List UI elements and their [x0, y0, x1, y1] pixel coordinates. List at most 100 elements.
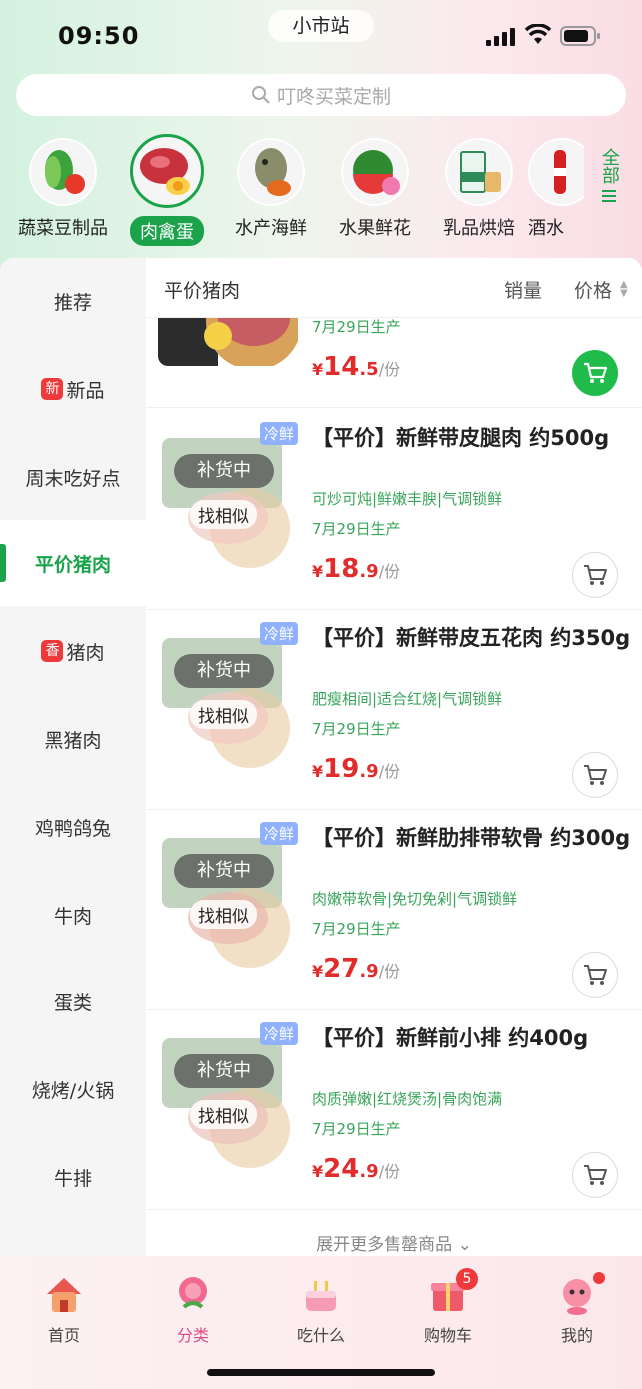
cart-icon	[584, 1165, 607, 1185]
watermelon-icon	[341, 138, 409, 206]
nav-what-to-eat[interactable]: 吃什么	[271, 1272, 371, 1346]
sidebar-item-pork[interactable]: 香猪肉	[0, 608, 146, 694]
sidebar-item-label: 烧烤/火锅	[31, 1079, 115, 1102]
cold-fresh-badge: 冷鲜	[260, 1022, 299, 1045]
status-time: 09:50	[58, 22, 140, 50]
category-dairy[interactable]: 乳品烘焙	[424, 130, 534, 240]
nav-label-active: 分类	[176, 1326, 209, 1345]
sidebar-item-label: 周末吃好点	[25, 467, 121, 490]
cold-fresh-badge: 冷鲜	[260, 822, 299, 845]
product-image	[158, 1028, 298, 1168]
cart-icon	[584, 565, 607, 585]
status-bar: 09:50 小市站	[0, 0, 642, 70]
product-title: 【平价】新鲜前小排 约400g	[312, 1026, 589, 1050]
sidebar-item-bbq[interactable]: 烧烤/火锅	[0, 1046, 146, 1132]
product-list: 7月29日生产 ¥14.5/份 冷鲜 补货中 找相似 【平价】新鲜带皮腿肉 约5…	[146, 318, 642, 1256]
show-more-label: 展开更多售罄商品	[316, 1235, 453, 1255]
sidebar-item-black-pork[interactable]: 黑猪肉	[0, 696, 146, 782]
sidebar-item-eggs[interactable]: 蛋类	[0, 958, 146, 1044]
cart-icon	[584, 765, 607, 785]
product-price: ¥19.9/份	[312, 754, 401, 784]
product-tags: 肉嫩带软骨|免切免剁|气调锁鲜	[312, 890, 518, 908]
product-image	[158, 428, 298, 568]
sidebar-item-recommend[interactable]: 推荐	[0, 258, 146, 344]
cart-icon	[584, 362, 608, 383]
add-to-cart-button[interactable]	[572, 952, 618, 998]
menu-icon	[602, 190, 616, 202]
nav-home[interactable]: 首页	[14, 1272, 114, 1346]
sidebar-item-label: 新品	[66, 379, 105, 402]
show-more-soldout[interactable]: 展开更多售罄商品 ⌄	[146, 1230, 642, 1255]
production-date: 7月29日生产	[312, 720, 401, 738]
add-to-cart-button[interactable]	[572, 350, 618, 396]
home-indicator	[207, 1369, 435, 1376]
search-icon	[251, 86, 270, 104]
restocking-label: 补货中	[174, 1054, 274, 1088]
all-categories-label: 全部	[599, 148, 620, 184]
battery-icon	[560, 26, 600, 46]
sidebar-item-steak[interactable]: 牛排	[0, 1134, 146, 1220]
sidebar-item-label: 牛排	[53, 1167, 92, 1190]
product-card[interactable]: 冷鲜 补货中 找相似 【平价】新鲜带皮五花肉 约350g 肥瘦相间|适合红烧|气…	[146, 610, 642, 810]
category-label-active: 肉禽蛋	[130, 216, 204, 246]
find-similar-button[interactable]: 找相似	[190, 500, 257, 529]
find-similar-button[interactable]: 找相似	[190, 1100, 257, 1129]
category-meat[interactable]: 肉禽蛋	[112, 130, 222, 246]
sidebar-item-poultry[interactable]: 鸡鸭鸽兔	[0, 784, 146, 870]
search-placeholder: 叮咚买菜定制	[276, 85, 391, 108]
sidebar-item-beef[interactable]: 牛肉	[0, 872, 146, 958]
category-label: 乳品烘焙	[443, 218, 515, 239]
sort-price[interactable]: 价格	[574, 276, 612, 303]
sidebar-item-label: 蛋类	[53, 991, 92, 1014]
category-seafood[interactable]: 水产海鲜	[216, 130, 326, 240]
category-vegetables[interactable]: 蔬菜豆制品	[8, 130, 118, 240]
product-card[interactable]: 7月29日生产 ¥14.5/份	[146, 318, 642, 408]
category-fruit[interactable]: 水果鲜花	[320, 130, 430, 240]
product-price: ¥14.5/份	[312, 352, 401, 382]
category-label: 水产海鲜	[235, 218, 307, 239]
nav-cart[interactable]: 5 购物车	[398, 1268, 498, 1346]
wifi-icon	[524, 24, 552, 44]
category-icon	[171, 1272, 215, 1316]
product-card[interactable]: 冷鲜 补货中 找相似 【平价】新鲜带皮腿肉 约500g 可炒可炖|鲜嫩丰腴|气调…	[146, 410, 642, 610]
main-panel: 推荐 新新品 周末吃好点 平价猪肉 香猪肉 黑猪肉 鸡鸭鸽兔 牛肉 蛋类 烧烤/…	[0, 258, 642, 1256]
sidebar-item-label: 鸡鸭鸽兔	[34, 817, 111, 840]
find-similar-button[interactable]: 找相似	[190, 700, 257, 729]
product-title: 【平价】新鲜带皮五花肉 约350g	[312, 626, 631, 650]
product-title: 【平价】新鲜肋排带软骨 约300g	[312, 826, 631, 850]
sidebar-item-weekend[interactable]: 周末吃好点	[0, 434, 146, 520]
product-price: ¥24.9/份	[312, 1154, 401, 1184]
cart-count-badge: 5	[456, 1268, 478, 1290]
home-icon	[42, 1272, 86, 1316]
sidebar-item-new[interactable]: 新新品	[0, 346, 146, 432]
production-date: 7月29日生产	[312, 920, 401, 938]
restocking-label: 补货中	[174, 854, 274, 888]
find-similar-button[interactable]: 找相似	[190, 900, 257, 929]
chevron-down-icon: ⌄	[457, 1235, 472, 1255]
add-to-cart-button[interactable]	[572, 1152, 618, 1198]
nav-profile[interactable]: 我的	[527, 1272, 627, 1346]
restocking-label: 补货中	[174, 654, 274, 688]
nav-category[interactable]: 分类	[143, 1272, 243, 1346]
station-selector[interactable]: 小市站	[268, 10, 374, 42]
product-tags: 可炒可炖|鲜嫩丰腴|气调锁鲜	[312, 490, 503, 508]
add-to-cart-button[interactable]	[572, 752, 618, 798]
nav-label: 购物车	[423, 1326, 472, 1345]
search-bar[interactable]: 叮咚买菜定制	[16, 74, 626, 116]
category-label: 蔬菜豆制品	[18, 218, 108, 239]
all-categories-button[interactable]: 全部	[594, 148, 624, 211]
product-image	[158, 628, 298, 768]
cart-icon	[584, 965, 607, 985]
sort-sales[interactable]: 销量	[504, 276, 542, 303]
product-card[interactable]: 冷鲜 补货中 找相似 【平价】新鲜肋排带软骨 约300g 肉嫩带软骨|免切免剁|…	[146, 810, 642, 1010]
cold-fresh-badge: 冷鲜	[260, 622, 299, 645]
category-drinks[interactable]: 酒水	[528, 130, 584, 240]
category-label: 水果鲜花	[339, 218, 411, 239]
milk-icon	[445, 138, 513, 206]
category-label: 酒水	[528, 218, 564, 239]
product-card[interactable]: 冷鲜 补货中 找相似 【平价】新鲜前小排 约400g 肉质弹嫩|红烧煲汤|骨肉饱…	[146, 1010, 642, 1210]
nav-label: 我的	[560, 1326, 593, 1345]
add-to-cart-button[interactable]	[572, 552, 618, 598]
production-date: 7月29日生产	[312, 520, 401, 538]
sidebar-item-budget-pork[interactable]: 平价猪肉	[0, 520, 146, 606]
